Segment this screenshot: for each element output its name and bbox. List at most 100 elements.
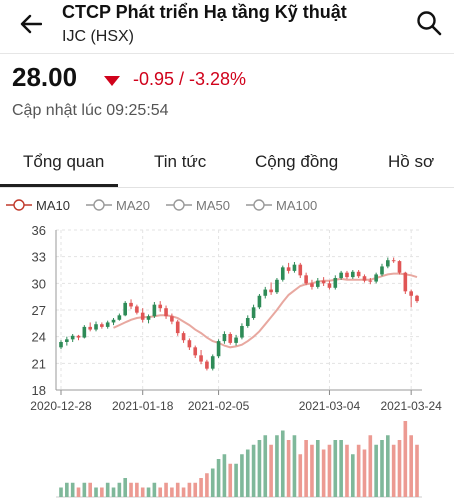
candle-body bbox=[321, 280, 326, 284]
ticker-label: IJC (HSX) bbox=[62, 28, 134, 45]
volume-bar bbox=[327, 444, 332, 497]
candle-body bbox=[82, 326, 87, 338]
search-icon bbox=[417, 11, 442, 36]
volume-bar bbox=[111, 487, 116, 497]
volume-bar bbox=[345, 444, 349, 497]
candle-body bbox=[345, 272, 349, 278]
legend-ma10[interactable]: MA10 bbox=[6, 194, 70, 216]
volume-bar bbox=[380, 440, 384, 497]
candle-body bbox=[59, 342, 63, 348]
volume-bar bbox=[59, 487, 63, 497]
y-tick-label: 18 bbox=[32, 383, 46, 398]
volume-bar bbox=[123, 478, 128, 497]
volume-bar bbox=[152, 482, 157, 497]
candle-body bbox=[240, 326, 244, 338]
candle-body bbox=[269, 289, 273, 293]
y-tick-label: 24 bbox=[32, 330, 46, 345]
candle-body bbox=[292, 264, 297, 271]
candle-body bbox=[181, 333, 186, 341]
legend-marker-icon bbox=[6, 199, 32, 211]
triangle-down-icon bbox=[104, 76, 120, 86]
volume-bar bbox=[292, 435, 297, 497]
volume-bar bbox=[362, 449, 367, 497]
back-button[interactable] bbox=[14, 9, 48, 39]
volume-bar bbox=[397, 440, 402, 497]
header-divider bbox=[0, 53, 454, 54]
volume-bar bbox=[65, 482, 69, 497]
legend-label: MA100 bbox=[276, 197, 318, 213]
candle-body bbox=[362, 276, 367, 281]
candle-body bbox=[199, 355, 203, 362]
candle-body bbox=[403, 272, 408, 292]
candle-body bbox=[251, 307, 256, 318]
candle-body bbox=[286, 267, 291, 271]
candle-body bbox=[146, 316, 151, 320]
volume-bar bbox=[181, 487, 186, 497]
volume-bar bbox=[216, 459, 221, 497]
candle-body bbox=[275, 279, 279, 293]
volume-bar bbox=[205, 473, 209, 497]
candle-body bbox=[374, 274, 378, 282]
candle-body bbox=[205, 361, 209, 369]
candle-body bbox=[129, 302, 133, 307]
search-button[interactable] bbox=[412, 6, 446, 40]
update-time: Cập nhật lúc 09:25:54 bbox=[12, 102, 169, 119]
indicator-legend: MA10 MA20 MA50 MA100 bbox=[0, 194, 454, 216]
tab-community[interactable]: Cộng đồng bbox=[255, 152, 338, 172]
candle-body bbox=[210, 356, 215, 369]
candle-body bbox=[234, 337, 238, 343]
candle-body bbox=[117, 315, 122, 320]
app-header: CTCP Phát triển Hạ tầng Kỹ thuật IJC (HS… bbox=[0, 0, 454, 52]
candle-body bbox=[339, 272, 343, 278]
candle-body bbox=[333, 278, 338, 288]
volume-bar bbox=[415, 444, 419, 497]
price-chart[interactable]: 36 33 30 27 24 21 182020-12-28 2021-01-18 2021-0… bbox=[0, 218, 454, 499]
y-tick-label: 30 bbox=[32, 276, 46, 291]
candle-body bbox=[70, 335, 75, 340]
volume-bar bbox=[251, 444, 256, 497]
volume-bar bbox=[240, 454, 244, 497]
candle-body bbox=[415, 295, 419, 302]
arrow-left-icon bbox=[20, 14, 42, 34]
x-tick-label: 2021-03-24 bbox=[380, 399, 442, 413]
volume-bar bbox=[286, 440, 291, 497]
volume-bar bbox=[105, 482, 110, 497]
volume-bar bbox=[222, 454, 227, 497]
candle-body bbox=[187, 340, 192, 348]
candle-body bbox=[350, 271, 355, 278]
legend-ma50[interactable]: MA50 bbox=[166, 194, 230, 216]
volume-bar bbox=[158, 487, 163, 497]
legend-marker-icon bbox=[86, 199, 112, 211]
volume-bar bbox=[146, 487, 151, 497]
volume-bar bbox=[100, 487, 104, 497]
x-tick-label: 2020-12-28 bbox=[30, 399, 92, 413]
volume-bar bbox=[175, 482, 180, 497]
volume-bar bbox=[403, 421, 408, 497]
volume-bar bbox=[298, 454, 303, 497]
candle-body bbox=[94, 324, 98, 330]
legend-ma100[interactable]: MA100 bbox=[246, 194, 317, 216]
tab-news[interactable]: Tin tức bbox=[154, 152, 206, 172]
y-tick-label: 33 bbox=[32, 250, 46, 265]
tab-profile[interactable]: Hồ sơ bbox=[388, 152, 434, 172]
volume-bar bbox=[356, 444, 361, 497]
x-tick-label: 2021-02-05 bbox=[188, 399, 250, 413]
candle-body bbox=[193, 347, 198, 356]
volume-bar bbox=[70, 482, 75, 497]
candle-body bbox=[263, 289, 268, 296]
volume-bar bbox=[170, 487, 174, 497]
candle-body bbox=[164, 308, 168, 317]
volume-bar bbox=[140, 487, 145, 497]
candle-body bbox=[298, 264, 303, 276]
candle-body bbox=[380, 266, 384, 275]
volume-bar bbox=[245, 449, 250, 497]
volume-bar bbox=[280, 430, 285, 497]
y-tick-label: 27 bbox=[32, 303, 46, 318]
volume-bar bbox=[257, 440, 262, 497]
candle-body bbox=[152, 304, 157, 317]
tab-overview[interactable]: Tổng quan bbox=[23, 152, 104, 172]
volume-bar bbox=[275, 435, 279, 497]
x-tick-label: 2021-03-04 bbox=[299, 399, 361, 413]
legend-ma20[interactable]: MA20 bbox=[86, 194, 150, 216]
legend-label: MA10 bbox=[36, 197, 70, 213]
